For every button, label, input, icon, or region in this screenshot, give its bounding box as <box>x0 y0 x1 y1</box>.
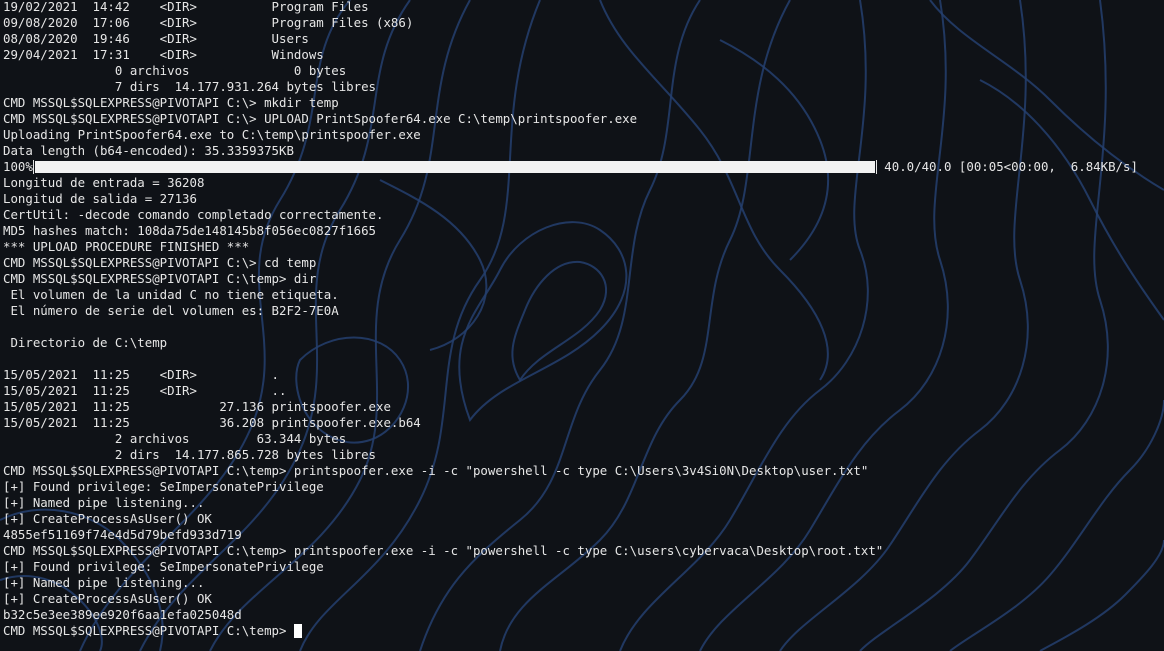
terminal-line: 29/04/2021 17:31 <DIR> Windows <box>3 47 1164 63</box>
terminal-line: 2 archivos 63.344 bytes <box>3 431 1164 447</box>
terminal-line: 15/05/2021 11:25 27.136 printspoofer.exe <box>3 399 1164 415</box>
terminal-line-text: 08/08/2020 19:46 <DIR> Users <box>3 31 309 46</box>
terminal-line: CertUtil: -decode comando completado cor… <box>3 207 1164 223</box>
progress-percent: 100% <box>3 159 33 174</box>
terminal-line: El número de serie del volumen es: B2F2-… <box>3 303 1164 319</box>
terminal-line-text: Longitud de salida = 27136 <box>3 191 197 206</box>
terminal-line: [+] Named pipe listening... <box>3 575 1164 591</box>
terminal-line-text: [+] CreateProcessAsUser() OK <box>3 591 212 606</box>
terminal-line: [+] Named pipe listening... <box>3 495 1164 511</box>
terminal-line: El volumen de la unidad C no tiene etiqu… <box>3 287 1164 303</box>
terminal-line-text: CertUtil: -decode comando completado cor… <box>3 207 384 222</box>
terminal-line-text: CMD MSSQL$SQLEXPRESS@PIVOTAPI C:\> UPLOA… <box>3 111 638 126</box>
terminal-line-text: b32c5e3ee389ee920f6aa1efa025048d <box>3 607 242 622</box>
terminal-line: 15/05/2021 11:25 36.208 printspoofer.exe… <box>3 415 1164 431</box>
terminal-line: 7 dirs 14.177.931.264 bytes libres <box>3 79 1164 95</box>
terminal-line: Directorio de C:\temp <box>3 335 1164 351</box>
terminal-line: CMD MSSQL$SQLEXPRESS@PIVOTAPI C:\temp> p… <box>3 463 1164 479</box>
terminal-line-text: 09/08/2020 17:06 <DIR> Program Files (x8… <box>3 15 414 30</box>
terminal-line: *** UPLOAD PROCEDURE FINISHED *** <box>3 239 1164 255</box>
terminal-line: CMD MSSQL$SQLEXPRESS@PIVOTAPI C:\> cd te… <box>3 255 1164 271</box>
terminal-line-text: CMD MSSQL$SQLEXPRESS@PIVOTAPI C:\temp> p… <box>3 463 869 478</box>
terminal-line-text: 15/05/2021 11:25 <DIR> .. <box>3 383 287 398</box>
terminal-line: Uploading PrintSpoofer64.exe to C:\temp\… <box>3 127 1164 143</box>
terminal-line-text: CMD MSSQL$SQLEXPRESS@PIVOTAPI C:\temp> p… <box>3 543 884 558</box>
terminal-line-text: Directorio de C:\temp <box>3 335 168 350</box>
terminal-line: Longitud de entrada = 36208 <box>3 175 1164 191</box>
terminal-line-text: El número de serie del volumen es: B2F2-… <box>3 303 339 318</box>
progress-bar <box>32 160 877 174</box>
terminal-line-text: 2 dirs 14.177.865.728 bytes libres <box>3 447 376 462</box>
progress-stats: 40.0/40.0 [00:05<00:00, 6.84KB/s] <box>876 159 1138 174</box>
terminal-line: CMD MSSQL$SQLEXPRESS@PIVOTAPI C:\temp> p… <box>3 543 1164 559</box>
terminal-line: MD5 hashes match: 108da75de148145b8f056e… <box>3 223 1164 239</box>
terminal-line-text: Data length (b64-encoded): 35.3359375KB <box>3 143 294 158</box>
upload-progress-line: 100% 40.0/40.0 [00:05<00:00, 6.84KB/s] <box>3 159 1164 175</box>
text-cursor[interactable] <box>293 624 302 638</box>
terminal-line-text: [+] Named pipe listening... <box>3 495 205 510</box>
terminal-line-text: 15/05/2021 11:25 27.136 printspoofer.exe <box>3 399 391 414</box>
terminal-line-text: 7 dirs 14.177.931.264 bytes libres <box>3 79 376 94</box>
terminal-line-text: MD5 hashes match: 108da75de148145b8f056e… <box>3 223 376 238</box>
terminal-line-text: Uploading PrintSpoofer64.exe to C:\temp\… <box>3 127 421 142</box>
terminal-line: 09/08/2020 17:06 <DIR> Program Files (x8… <box>3 15 1164 31</box>
terminal-line: CMD MSSQL$SQLEXPRESS@PIVOTAPI C:\> mkdir… <box>3 95 1164 111</box>
prompt-line[interactable]: CMD MSSQL$SQLEXPRESS@PIVOTAPI C:\temp> <box>3 623 1164 639</box>
terminal-line: 15/05/2021 11:25 <DIR> .. <box>3 383 1164 399</box>
terminal-line-text: [+] CreateProcessAsUser() OK <box>3 511 212 526</box>
terminal-line-text: 15/05/2021 11:25 36.208 printspoofer.exe… <box>3 415 421 430</box>
terminal-line-text: [+] Found privilege: SeImpersonatePrivil… <box>3 479 324 494</box>
terminal-line-text: 2 archivos 63.344 bytes <box>3 431 347 446</box>
terminal-line: 4855ef51169f74e4d5d79befd933d719 <box>3 527 1164 543</box>
terminal-window[interactable]: 19/02/2021 14:42 <DIR> Program Files 09/0… <box>0 0 1164 651</box>
terminal-line-text: CMD MSSQL$SQLEXPRESS@PIVOTAPI C:\temp> d… <box>3 271 317 286</box>
terminal-line: [+] Found privilege: SeImpersonatePrivil… <box>3 559 1164 575</box>
terminal-line: CMD MSSQL$SQLEXPRESS@PIVOTAPI C:\> UPLOA… <box>3 111 1164 127</box>
terminal-output[interactable]: 19/02/2021 14:42 <DIR> Program Files 09/0… <box>3 0 1164 639</box>
terminal-line-text: 19/02/2021 14:42 <DIR> Program Files <box>3 0 369 14</box>
terminal-line: 19/02/2021 14:42 <DIR> Program Files <box>3 0 1164 15</box>
terminal-line-text: CMD MSSQL$SQLEXPRESS@PIVOTAPI C:\> mkdir… <box>3 95 339 110</box>
terminal-line-text: El volumen de la unidad C no tiene etiqu… <box>3 287 339 302</box>
terminal-line-text: 4855ef51169f74e4d5d79befd933d719 <box>3 527 242 542</box>
terminal-line-text: 15/05/2021 11:25 <DIR> . <box>3 367 280 382</box>
terminal-line-text: Longitud de entrada = 36208 <box>3 175 205 190</box>
terminal-line: 0 archivos 0 bytes <box>3 63 1164 79</box>
terminal-line-text: CMD MSSQL$SQLEXPRESS@PIVOTAPI C:\> cd te… <box>3 255 317 270</box>
terminal-line: Data length (b64-encoded): 35.3359375KB <box>3 143 1164 159</box>
shell-prompt: CMD MSSQL$SQLEXPRESS@PIVOTAPI C:\temp> <box>3 623 294 638</box>
terminal-line: CMD MSSQL$SQLEXPRESS@PIVOTAPI C:\temp> d… <box>3 271 1164 287</box>
terminal-line: b32c5e3ee389ee920f6aa1efa025048d <box>3 607 1164 623</box>
terminal-line-text: 0 archivos 0 bytes <box>3 63 347 78</box>
terminal-line: Longitud de salida = 27136 <box>3 191 1164 207</box>
progress-bar-fill <box>34 161 875 173</box>
terminal-line-text: 29/04/2021 17:31 <DIR> Windows <box>3 47 324 62</box>
terminal-line: 2 dirs 14.177.865.728 bytes libres <box>3 447 1164 463</box>
terminal-line-text: *** UPLOAD PROCEDURE FINISHED *** <box>3 239 250 254</box>
terminal-line-text: [+] Found privilege: SeImpersonatePrivil… <box>3 559 324 574</box>
terminal-line: 15/05/2021 11:25 <DIR> . <box>3 367 1164 383</box>
terminal-line: 08/08/2020 19:46 <DIR> Users <box>3 31 1164 47</box>
terminal-line-text: [+] Named pipe listening... <box>3 575 205 590</box>
terminal-line: [+] Found privilege: SeImpersonatePrivil… <box>3 479 1164 495</box>
terminal-line: [+] CreateProcessAsUser() OK <box>3 511 1164 527</box>
terminal-line: [+] CreateProcessAsUser() OK <box>3 591 1164 607</box>
